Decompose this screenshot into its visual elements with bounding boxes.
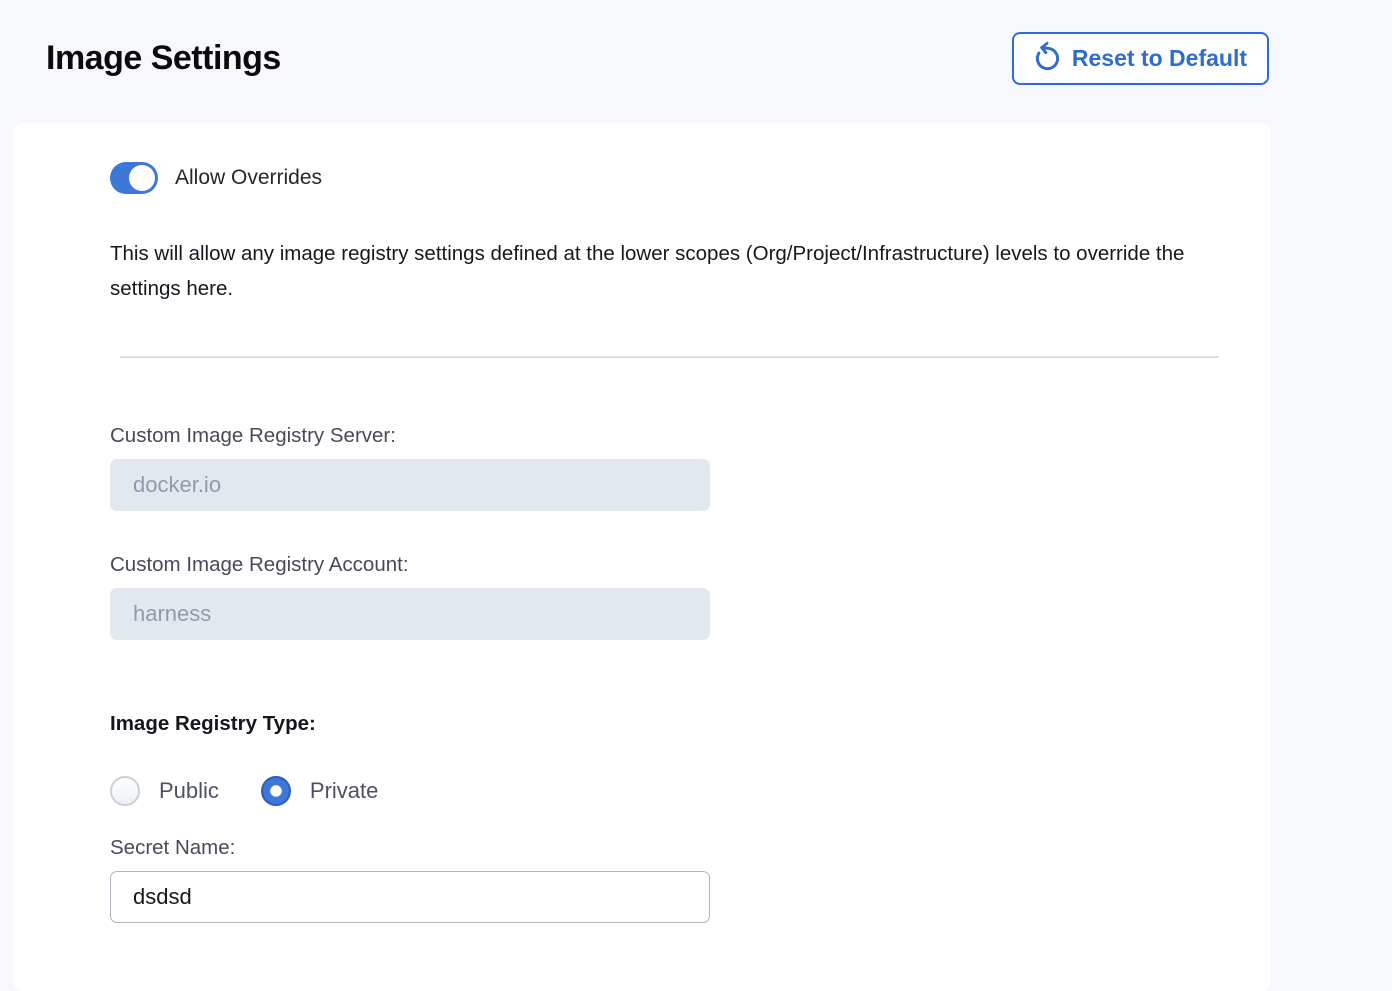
registry-type-group: Image Registry Type: Public Private <box>110 712 1219 806</box>
radio-option-public[interactable]: Public <box>110 776 219 806</box>
radio-public-label: Public <box>159 778 219 804</box>
radio-public-circle-icon <box>110 776 140 806</box>
registry-type-radio-row: Public Private <box>110 776 1219 806</box>
secret-name-label: Secret Name: <box>110 836 1219 860</box>
registry-type-label: Image Registry Type: <box>110 712 1219 736</box>
secret-name-input[interactable] <box>110 871 710 923</box>
registry-server-group: Custom Image Registry Server: <box>110 424 1219 511</box>
reset-button-label: Reset to Default <box>1072 45 1247 72</box>
registry-server-label: Custom Image Registry Server: <box>110 424 1219 448</box>
registry-server-input <box>110 459 710 511</box>
allow-overrides-label: Allow Overrides <box>175 166 322 190</box>
page-title: Image Settings <box>46 39 281 78</box>
allow-overrides-row: Allow Overrides <box>110 162 1219 194</box>
reset-to-default-button[interactable]: Reset to Default <box>1012 32 1269 85</box>
section-divider <box>120 356 1219 358</box>
radio-option-private[interactable]: Private <box>261 776 378 806</box>
override-description: This will allow any image registry setti… <box>110 236 1219 306</box>
page-header: Image Settings Reset to Default <box>0 0 1392 85</box>
registry-account-input <box>110 588 710 640</box>
allow-overrides-toggle[interactable] <box>110 162 158 194</box>
image-settings-card: Allow Overrides This will allow any imag… <box>14 123 1271 991</box>
registry-account-group: Custom Image Registry Account: <box>110 553 1219 640</box>
radio-private-circle-icon <box>261 776 291 806</box>
radio-private-label: Private <box>310 778 378 804</box>
toggle-knob <box>129 165 155 191</box>
reset-ccw-icon <box>1034 45 1061 72</box>
registry-account-label: Custom Image Registry Account: <box>110 553 1219 577</box>
secret-name-group: Secret Name: <box>110 836 1219 923</box>
